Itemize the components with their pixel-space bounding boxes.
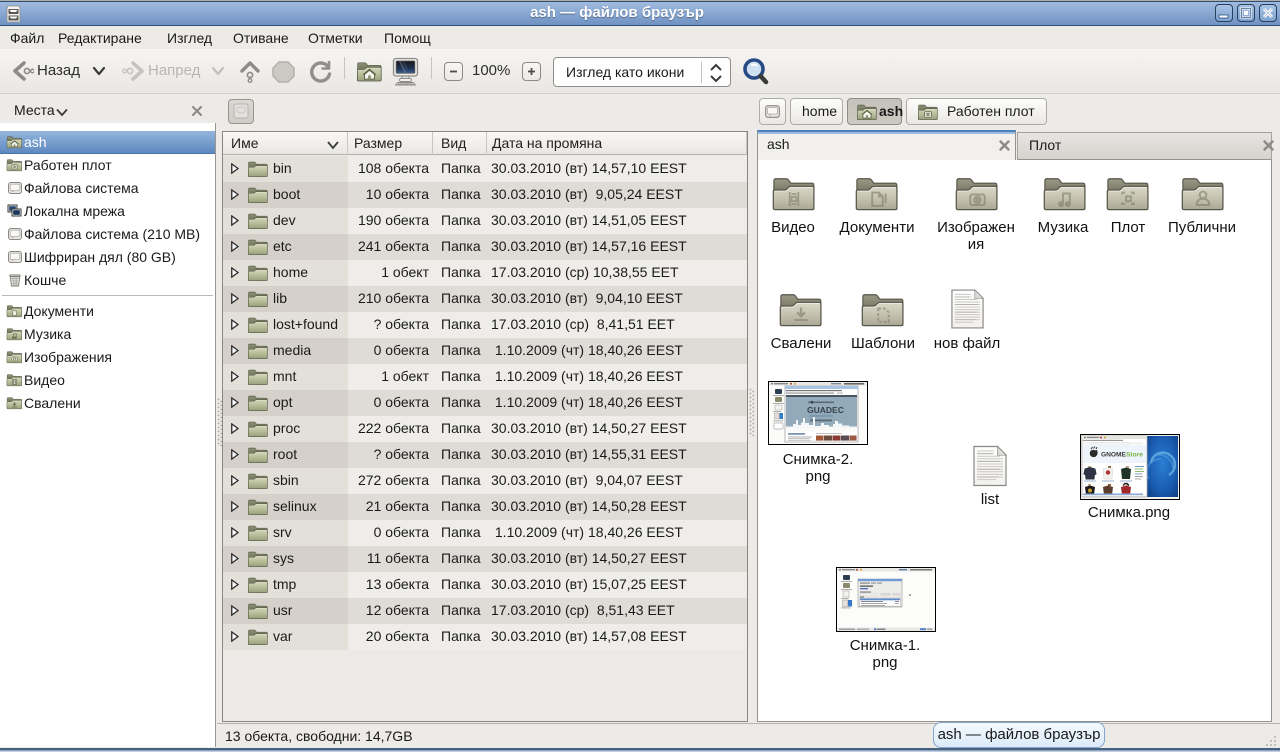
svg-text:Store: Store — [1126, 452, 1143, 459]
svg-text:GUADEC: GUADEC — [807, 405, 844, 415]
svg-text:GNOME: GNOME — [1101, 452, 1127, 459]
